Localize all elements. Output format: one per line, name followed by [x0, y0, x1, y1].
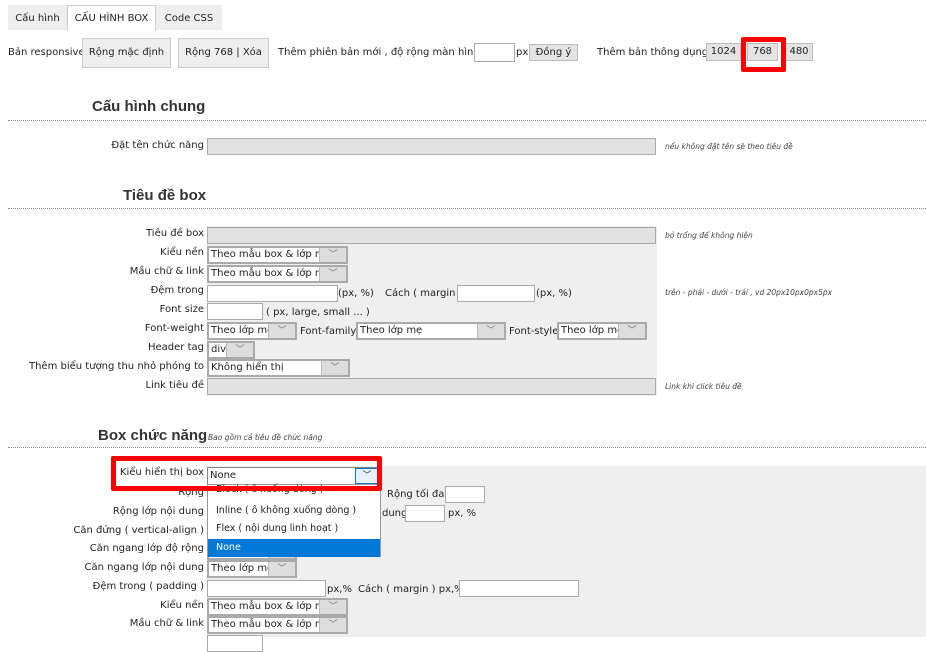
margin-unit: (px, %)	[536, 288, 572, 299]
select-value: Theo mẫu box & lớp mẹ	[211, 249, 331, 260]
section-heading-title-box: Tiêu đề box	[123, 187, 207, 204]
name-label: Đặt tên chức năng	[111, 140, 204, 151]
fb-bg-label: Kiểu nền	[160, 600, 204, 611]
new-version-label: Thêm phiên bản mới , độ rộng màn hình	[278, 47, 480, 58]
agree-button[interactable]: Đồng ý	[529, 44, 578, 61]
option-none[interactable]: None	[208, 539, 380, 557]
select-value: Theo lớp mẹ	[360, 325, 423, 336]
font-family-select[interactable]: Theo lớp mẹ ﹀	[356, 322, 506, 340]
valign-label: Căn đứng ( vertical-align )	[73, 525, 204, 536]
halign-content-select[interactable]: Theo lớp mẹ ﹀	[207, 560, 297, 578]
select-value: Theo mẫu box & lớp mẹ	[211, 601, 331, 612]
divider	[8, 447, 926, 448]
chevron-down-icon: ﹀	[319, 618, 346, 632]
chevron-down-icon: ﹀	[268, 324, 295, 338]
icon-label: Thêm biểu tượng thu nhỏ phóng to	[28, 361, 204, 372]
fb-color-label: Mầu chữ & link	[129, 618, 204, 629]
box-bg-select[interactable]: Theo mẫu box & lớp mẹ ﹀	[207, 598, 348, 616]
select-value: Theo mẫu box & lớp mẹ	[211, 268, 331, 279]
header-tag-select[interactable]: div ﹀	[207, 341, 255, 359]
tab-cau-hinh-box[interactable]: CẤU HÌNH BOX	[67, 5, 156, 31]
padding-unit: (px, %)	[338, 288, 374, 299]
chevron-down-icon: ﹀	[321, 361, 348, 375]
title-label: Tiêu đề box	[145, 228, 204, 239]
font-weight-select[interactable]: Theo lớp mẹ ﹀	[207, 322, 297, 340]
preset-480-button[interactable]: 480	[785, 43, 813, 61]
fontweight-label: Font-weight	[144, 323, 204, 334]
link-label: Link tiêu đề	[145, 380, 204, 391]
maxwidth-label: Rộng tối đa	[387, 489, 445, 500]
margin-label: Cách ( margin )	[385, 288, 463, 299]
content-max-width-input[interactable]	[405, 505, 445, 522]
box-padding-input[interactable]	[207, 580, 326, 597]
tab-cau-hinh[interactable]: Cấu hình	[8, 5, 67, 30]
color-label: Mầu chữ & link	[129, 266, 204, 277]
option-flex[interactable]: Flex ( nội dung linh hoạt )	[208, 520, 380, 538]
highlight-box	[741, 37, 786, 72]
section-heading-function-box: Box chức năng	[98, 427, 208, 444]
select-value: div	[211, 344, 227, 355]
fb-padding-unit: px,%	[327, 584, 352, 595]
chevron-down-icon: ﹀	[268, 562, 295, 576]
chevron-down-icon: ﹀	[319, 267, 346, 281]
title-hint: bỏ trống để không hiện	[665, 231, 753, 240]
chevron-down-icon: ﹀	[477, 324, 504, 338]
default-width-button[interactable]: Rộng mặc định	[82, 38, 171, 68]
function-box-hint: Bao gồm cả tiêu đề chức năng	[208, 433, 323, 442]
font-size-input[interactable]	[207, 303, 263, 320]
title-color-select[interactable]: Theo mẫu box & lớp mẹ ﹀	[207, 265, 348, 283]
preset-1024-button[interactable]: 1024	[706, 43, 741, 61]
title-input[interactable]	[207, 227, 656, 244]
fontsize-label: Font size	[159, 304, 204, 315]
chevron-down-icon: ﹀	[226, 343, 253, 357]
box-margin-input[interactable]	[459, 580, 579, 597]
option-inline[interactable]: Inline ( ô không xuống dòng )	[208, 502, 380, 520]
max-width-input[interactable]	[445, 486, 485, 503]
tab-code-css[interactable]: Code CSS	[156, 5, 222, 30]
function-name-input[interactable]	[207, 138, 656, 155]
title-margin-input[interactable]	[457, 285, 535, 302]
collapse-icon-select[interactable]: Không hiển thị ﹀	[207, 359, 350, 377]
content-maxwidth-label: dung	[382, 508, 408, 519]
chevron-down-icon: ﹀	[319, 600, 346, 614]
responsive-label: Bản responsive	[8, 47, 85, 58]
title-link-input[interactable]	[207, 378, 656, 395]
display-type-dropdown: Block ( ô xuống dòng ) Inline ( ô không …	[207, 484, 381, 557]
content-unit: px, %	[448, 508, 477, 519]
box-color-select[interactable]: Theo mẫu box & lớp mẹ ﹀	[207, 616, 348, 634]
width-768-button[interactable]: Rộng 768 | Xóa	[178, 38, 269, 68]
px-unit: px	[516, 47, 529, 58]
fb-margin-label: Cách ( margin ) px,%	[358, 584, 464, 595]
font-style-select[interactable]: Theo lớp mẹ ﹀	[557, 322, 647, 340]
chevron-down-icon: ﹀	[319, 248, 346, 262]
name-hint: nếu không đặt tên sẽ theo tiêu đề	[665, 142, 793, 151]
chevron-down-icon: ﹀	[618, 324, 645, 338]
fontstyle-label: Font-style	[509, 326, 559, 337]
divider	[8, 208, 926, 209]
padding-label: Đệm trong	[150, 285, 204, 296]
select-value: Không hiển thị	[211, 362, 284, 373]
select-value: Theo lớp mẹ	[211, 563, 274, 574]
fontfamily-label: Font-family	[300, 326, 357, 337]
halign-content-label: Căn ngang lớp nội dung	[84, 562, 204, 573]
link-hint: Link khi click tiêu đề	[665, 382, 742, 391]
select-value: Theo mẫu box & lớp mẹ	[211, 619, 331, 630]
halign-width-label: Căn ngang lớp độ rộng	[89, 543, 204, 554]
fb-padding-label: Đệm trong ( padding )	[92, 581, 204, 592]
divider	[8, 120, 926, 121]
section-heading-general: Cấu hình chung	[92, 98, 206, 115]
fontsize-unit: ( px, large, small ... )	[266, 307, 370, 318]
select-value: Theo lớp mẹ	[211, 325, 274, 336]
screen-width-input[interactable]	[474, 43, 515, 62]
bg-label: Kiểu nền	[160, 247, 204, 258]
headertag-label: Header tag	[148, 342, 204, 353]
select-value: Theo lớp mẹ	[561, 325, 624, 336]
title-bg-select[interactable]: Theo mẫu box & lớp mẹ ﹀	[207, 246, 348, 264]
content-width-label: Rộng lớp nội dung	[112, 506, 204, 517]
title-padding-input[interactable]	[207, 285, 338, 302]
padding-hint: trên - phải - dưới - trái , vd 20px10px0…	[665, 288, 833, 297]
highlight-box	[111, 456, 382, 491]
common-version-label: Thêm bản thông dụng	[597, 47, 709, 58]
